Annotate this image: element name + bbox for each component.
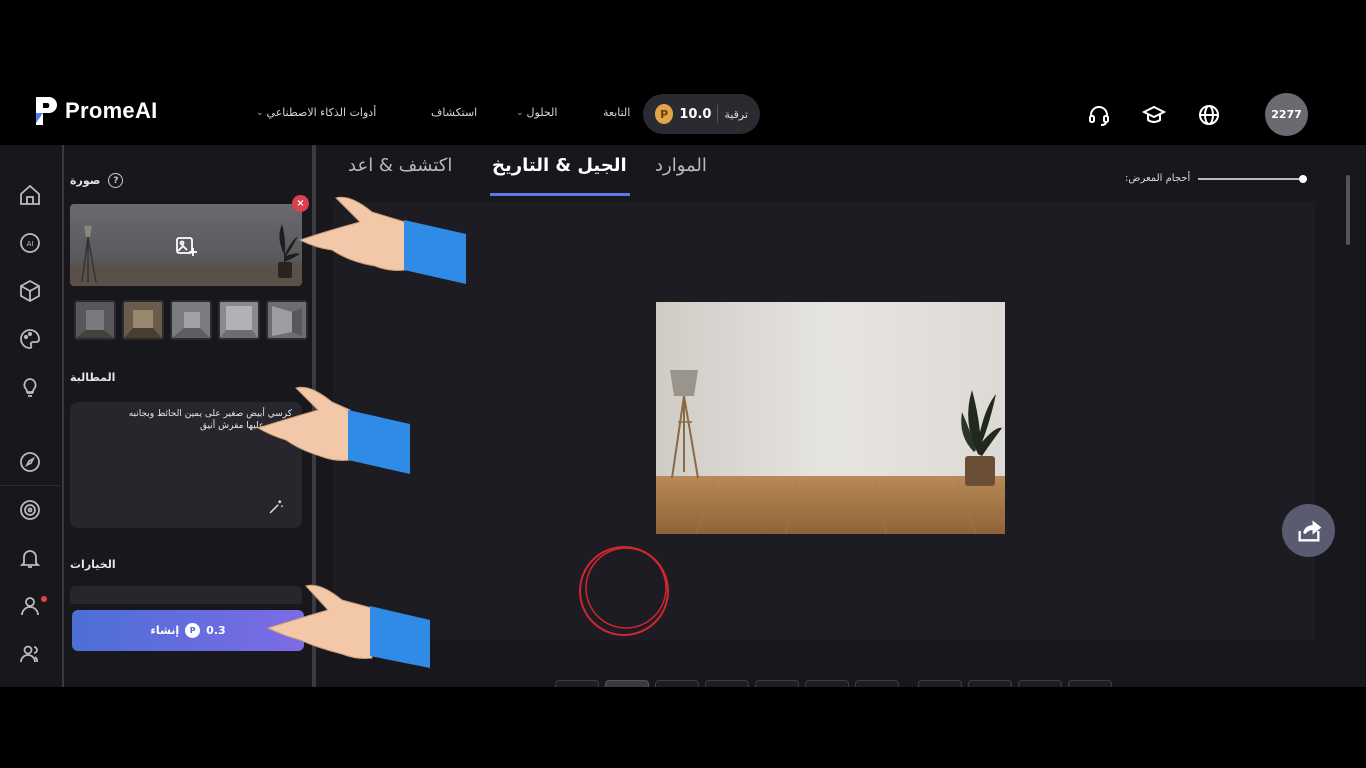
remove-image-button[interactable]: × [292, 195, 309, 212]
headset-icon[interactable] [1087, 103, 1111, 127]
brush-button[interactable] [655, 680, 699, 687]
nav-ai-tools[interactable]: ⌄ أدوات الذكاء الاصطناعي [256, 106, 376, 119]
share-button[interactable] [1282, 504, 1335, 557]
side-rail: AI [0, 145, 60, 687]
globe-icon[interactable] [1197, 103, 1221, 127]
magic-select-button[interactable] [605, 680, 649, 687]
slider-handle[interactable] [1299, 174, 1308, 183]
lasso-button[interactable] [705, 680, 749, 687]
image-canvas [333, 202, 1315, 687]
image-section-label: صورة [70, 174, 101, 187]
nav-solutions-label: الحلول [526, 106, 558, 119]
edit-toolbar-left [555, 680, 899, 687]
eraser-button[interactable] [755, 680, 799, 687]
move-button[interactable] [918, 680, 962, 687]
user-icon[interactable] [18, 594, 42, 618]
credits-value: 10.0 [679, 106, 712, 122]
coin-icon: P [655, 104, 674, 124]
nav-affiliate[interactable]: التابعة [603, 106, 630, 119]
notification-dot [41, 596, 47, 602]
options-section-title: الخيارات [70, 558, 116, 571]
compass-icon[interactable] [18, 450, 42, 474]
upgrade-button[interactable]: ترقية [724, 108, 748, 121]
generation-panel: صورة ? × المطالبة كرسي أبيض صغير على يمي… [62, 145, 316, 687]
active-tab-indicator [490, 193, 630, 196]
edit-toolbar-right [918, 680, 1112, 687]
zoom-in-button[interactable] [1018, 680, 1062, 687]
thumbnail-1[interactable] [74, 300, 116, 340]
brand-name: PromeAI [65, 98, 158, 123]
image-upload-box[interactable] [70, 204, 302, 286]
tab-discover[interactable]: اكتشف & اعد [348, 155, 452, 176]
gallery-size-control: :أحجام المعرض [1125, 173, 1308, 184]
nav-ai-tools-label: أدوات الذكاء الاصطناعي [266, 106, 377, 119]
room-thumbnail-image [124, 302, 162, 338]
page-scrollbar[interactable] [1346, 175, 1350, 245]
svg-text:AI: AI [27, 240, 34, 248]
generate-button[interactable]: إنشاء P 0.3 [72, 610, 304, 651]
nav-solutions[interactable]: ⌄ الحلول [516, 106, 557, 119]
add-image-icon[interactable] [174, 234, 198, 258]
reference-thumbnails [74, 300, 308, 340]
chevron-down-icon: ⌄ [516, 107, 524, 118]
nav-affiliate-label: التابعة [603, 106, 631, 119]
prompt-text-line-2: ترابيزه عليها مفرش أنيق [200, 421, 292, 431]
top-bar: PromeAI ⌄ أدوات الذكاء الاصطناعي استكشاف… [0, 85, 1366, 145]
magic-wand-icon[interactable] [267, 498, 285, 516]
nav-explore[interactable]: استكشاف [431, 106, 477, 119]
prompt-section-title: المطالبة [70, 371, 115, 384]
confirm-selection-button[interactable] [855, 680, 899, 687]
cube-icon[interactable] [18, 279, 42, 303]
pill-divider [717, 105, 719, 123]
options-section-label: الخيارات [70, 558, 116, 571]
credits-pill[interactable]: P 10.0 ترقية [643, 94, 760, 134]
nav-explore-label: استكشاف [431, 106, 478, 119]
gallery-size-label: :أحجام المعرض [1125, 173, 1191, 184]
community-icon[interactable] [18, 642, 42, 666]
room-thumbnail-image [172, 302, 210, 338]
zoom-out-button[interactable] [1068, 680, 1112, 687]
prompt-text-line-1: كرسي أبيض صغير على يمين الحائط وبجانبه [128, 409, 292, 419]
prompt-textarea[interactable]: كرسي أبيض صغير على يمين الحائط وبجانبه ت… [70, 402, 302, 528]
undo-button[interactable] [555, 680, 599, 687]
tab-resources[interactable]: الموارد [655, 155, 707, 176]
room-thumbnail-image [268, 302, 306, 338]
thumbnail-3[interactable] [170, 300, 212, 340]
options-collapsed-row[interactable] [70, 586, 302, 604]
palette-icon[interactable] [18, 327, 42, 351]
target-icon[interactable] [18, 498, 42, 522]
image-section-title: صورة ? [70, 173, 124, 188]
generate-cost: 0.3 [206, 624, 226, 637]
bell-icon[interactable] [18, 546, 42, 570]
ai-icon[interactable]: AI [18, 231, 42, 255]
home-icon[interactable] [18, 183, 42, 207]
room-thumbnail-image [220, 302, 258, 338]
thumbnail-2[interactable] [122, 300, 164, 340]
chevron-down-icon: ⌄ [256, 107, 264, 118]
prompt-section-label: المطالبة [70, 371, 116, 384]
room-thumbnail-image [76, 302, 114, 338]
tab-generation-history[interactable]: الجيل & التاريخ [492, 155, 627, 176]
help-icon[interactable]: ? [108, 173, 124, 188]
coin-icon: P [185, 623, 201, 638]
redo-button[interactable] [805, 680, 849, 687]
generate-label: إنشاء [150, 624, 180, 637]
rail-divider [0, 485, 60, 486]
promeai-logo-icon [36, 97, 57, 125]
promeai-app: PromeAI ⌄ أدوات الذكاء الاصطناعي استكشاف… [0, 85, 1366, 687]
lightbulb-icon[interactable] [18, 375, 42, 399]
graduation-cap-icon[interactable] [1142, 103, 1166, 127]
logo[interactable]: PromeAI [33, 95, 158, 127]
crop-button[interactable] [968, 680, 1012, 687]
gallery-size-slider[interactable] [1198, 174, 1308, 183]
share-icon [1298, 519, 1321, 541]
thumbnail-5[interactable] [266, 300, 308, 340]
thumbnail-4[interactable] [218, 300, 260, 340]
user-avatar[interactable]: 2277 [1265, 93, 1308, 136]
generated-room-image[interactable] [656, 302, 1005, 534]
stage: PromeAI ⌄ أدوات الذكاء الاصطناعي استكشاف… [0, 0, 1366, 768]
